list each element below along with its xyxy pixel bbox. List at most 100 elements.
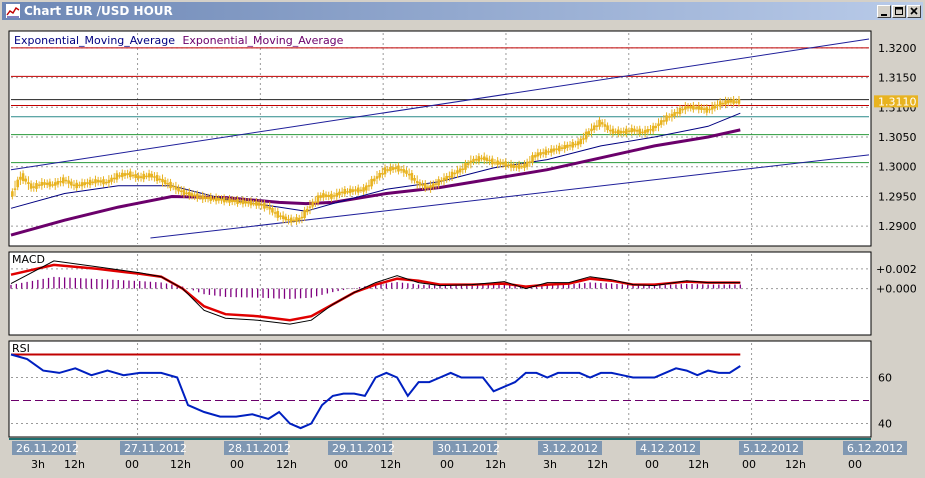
candle-body (555, 148, 558, 151)
candle-body (480, 157, 483, 160)
candle-body (362, 187, 365, 192)
candle-body (225, 200, 229, 202)
candle-body (153, 176, 156, 178)
candle-body (375, 176, 379, 179)
candle-body (182, 189, 186, 195)
candle-body (386, 169, 390, 171)
candle-body (547, 151, 550, 153)
candle-body (246, 201, 250, 204)
candle-body (729, 100, 733, 103)
candle-body (402, 169, 406, 173)
date-label: 28.11.2012 (224, 441, 291, 455)
ema-label-2: Exponential_Moving_Average (182, 34, 343, 47)
candle-body (442, 177, 446, 181)
candle-body (440, 180, 443, 182)
candle-body (185, 192, 188, 195)
candle-body (257, 202, 261, 206)
candle-body (381, 172, 384, 175)
candle-body (177, 187, 180, 192)
price-axis: 1.32001.31501.31001.30501.30001.29501.29… (878, 42, 917, 233)
candle-body (193, 194, 196, 197)
hour-label: 00 (645, 458, 659, 471)
candle-body (351, 189, 355, 192)
candle-body (568, 144, 572, 147)
candle-body (340, 191, 344, 194)
candle-body (120, 172, 124, 178)
price-tick-label: 1.3200 (878, 42, 917, 55)
date-label: 30.11.2012 (433, 441, 500, 455)
candle-body (450, 171, 454, 179)
candle-body (35, 183, 38, 189)
candle-body (356, 187, 360, 193)
candle-body (123, 173, 127, 176)
candle-body (64, 179, 68, 182)
chart-canvas: Exponential_Moving_Average Exponential_M… (8, 30, 918, 471)
time-axis: 26.11.2012 27.11.2012 28.11.2012 29.11.2012… (9, 438, 907, 471)
candle-body (662, 120, 666, 122)
candle-body (721, 102, 725, 105)
candle-body (118, 175, 121, 177)
hour-label: 00 (230, 458, 244, 471)
candle-body (370, 178, 373, 187)
price-pane: Exponential_Moving_Average Exponential_M… (8, 30, 918, 247)
candle-body (145, 175, 148, 178)
candle-body (423, 183, 427, 189)
candle-body (214, 196, 218, 202)
candle-body (515, 165, 518, 168)
candle-body (520, 165, 524, 168)
candle-body (630, 128, 634, 133)
rsi-label: RSI (12, 342, 30, 355)
candle-body (287, 219, 290, 221)
price-tick-label: 1.3050 (878, 131, 917, 144)
candle-body (268, 206, 272, 210)
candle-body (32, 186, 36, 188)
candle-body (383, 167, 387, 175)
candle-body (311, 201, 314, 207)
candle-body (692, 104, 695, 110)
candle-body (289, 217, 293, 223)
candle-body (220, 198, 223, 201)
candle-body (169, 181, 172, 189)
date-label: 26.11.2012 (12, 441, 79, 455)
candle-body (716, 104, 719, 107)
chart-window: Chart EUR /USD HOUR Exponential_Moving_A… (0, 0, 925, 478)
candle-body (91, 181, 95, 184)
candle-body (94, 179, 97, 184)
candle-body (126, 173, 129, 176)
ema-label-1: Exponential_Moving_Average (14, 34, 175, 47)
candle-body (665, 115, 668, 122)
rsi-tick-label: 40 (878, 418, 892, 431)
price-tick-label: 1.2950 (878, 190, 917, 203)
candle-body (391, 167, 395, 171)
candle-body (512, 164, 516, 168)
candle-body (461, 168, 465, 171)
candle-body (332, 195, 336, 197)
candle-body (163, 180, 167, 184)
candle-body (24, 178, 28, 182)
candle-body (496, 160, 499, 165)
candle-body (614, 131, 617, 133)
candle-body (40, 182, 44, 186)
current-price-tag: 1.3110 (874, 95, 918, 108)
candle-body (263, 202, 266, 209)
candle-body (252, 202, 255, 205)
candle-body (305, 208, 309, 213)
date-label-text: 29.11.2012 (332, 442, 395, 455)
hour-label: 12h (170, 458, 191, 471)
candle-body (51, 184, 54, 186)
candle-body (617, 129, 620, 135)
candle-body (456, 170, 459, 174)
candle-body (346, 191, 349, 193)
date-label-text: 5.12.2012 (743, 442, 799, 455)
candle-body (633, 128, 636, 132)
candle-body (295, 217, 298, 222)
candle-body (249, 200, 253, 206)
candle-body (684, 106, 687, 110)
candle-body (364, 185, 368, 191)
candle-body (434, 183, 438, 185)
candle-body (566, 144, 569, 148)
candle-body (190, 193, 194, 197)
candle-body (161, 178, 164, 183)
candle-body (86, 182, 89, 184)
candle-body (201, 195, 205, 200)
